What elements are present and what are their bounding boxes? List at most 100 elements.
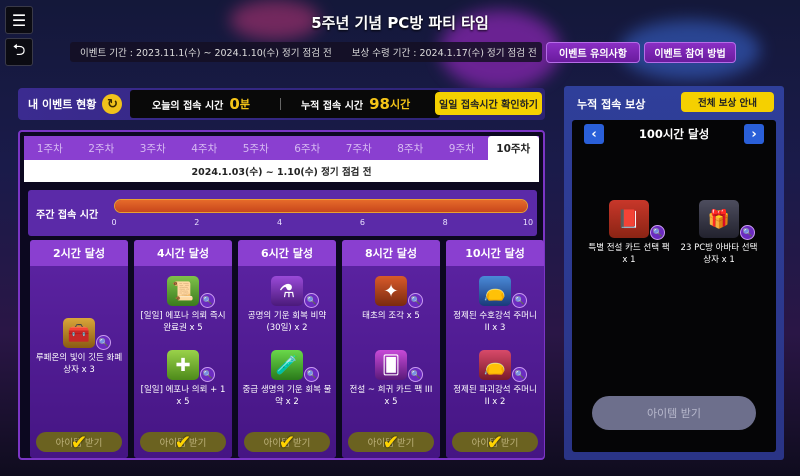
tab-week-1[interactable]: 1주차: [24, 136, 76, 160]
magnifier-icon[interactable]: 🔍: [512, 367, 527, 382]
today-time-label: 오늘의 접속 시간: [152, 100, 224, 112]
reward-column-title: 10시간 달성: [446, 240, 544, 266]
receive-item-button[interactable]: 아이템 받기: [592, 396, 756, 430]
magnifier-icon[interactable]: 🔍: [408, 367, 423, 382]
magnifier-icon[interactable]: 🔍: [200, 293, 215, 308]
event-period: 이벤트 기간 : 2023.11.1(수) ~ 2024.1.10(수) 정기 …: [80, 48, 332, 59]
reward-column-title: 4시간 달성: [134, 240, 232, 266]
reward-item-name: 중급 생명의 기운 회복 물약 x 2: [242, 385, 332, 407]
all-rewards-guide-button[interactable]: 전체 보상 안내: [681, 92, 774, 112]
reward-item: ✦ 🔍 태초의 조각 x 5: [342, 276, 440, 322]
tab-week-6[interactable]: 6주차: [282, 136, 334, 160]
reward-item: 👝 🔍 정제된 파괴강석 주머니 II x 2: [446, 350, 544, 408]
total-time-value: 98: [369, 95, 390, 113]
reward-column: 6시간 달성 ⚗ 🔍 공명의 기운 회복 비약 (30일) x 2 🧪 🔍 중급 생명의 기…: [238, 240, 336, 458]
reward-item: ✚ 🔍 [일일] 에포나 의뢰 + 1 x 5: [134, 350, 232, 408]
reward-item-name: 정제된 수호강석 주머니 II x 3: [453, 311, 537, 333]
reward-item-name: 정제된 파괴강석 주머니 II x 2: [453, 385, 537, 407]
event-period-bar: 이벤트 기간 : 2023.11.1(수) ~ 2024.1.10(수) 정기 …: [70, 42, 542, 62]
today-time-unit: 분: [239, 98, 250, 111]
claimed-check-icon: ✔: [278, 430, 296, 454]
reward-item: 👝 🔍 정제된 수호강석 주머니 II x 3: [446, 276, 544, 334]
tab-week-7[interactable]: 7주차: [333, 136, 385, 160]
reward-item-name: [일일] 에포나 의뢰 즉시 완료권 x 5: [140, 311, 226, 333]
refresh-icon[interactable]: ↻: [102, 94, 123, 114]
reward-item: 🂠 🔍 전설 ~ 희귀 카드 팩 III x 5: [342, 350, 440, 408]
status-label: 내 이벤트 현황: [28, 98, 97, 111]
reward-column-body: ✦ 🔍 태초의 조각 x 5 🂠 🔍 전설 ~ 희귀 카드 팩 III x 5 아이템 받기…: [342, 266, 440, 458]
reward-column-body: 📜 🔍 [일일] 에포나 의뢰 즉시 완료권 x 5 ✚ 🔍 [일일] 에포나 의뢰 + …: [134, 266, 232, 458]
tab-week-2[interactable]: 2주차: [76, 136, 128, 160]
tab-week-8[interactable]: 8주차: [385, 136, 437, 160]
claimed-check-icon: ✔: [486, 430, 504, 454]
total-time-label: 누적 접속 시간: [300, 100, 364, 112]
week-tabs: 1주차 2주차 3주차 4주차 5주차 6주차 7주차 8주차 9주차 10주차: [24, 136, 539, 160]
divider: [279, 98, 281, 110]
reward-column-body: 🧰 🔍 루페온의 빛이 깃든 화폐 상자 x 3 아이템 받기 ✔: [30, 266, 128, 458]
cumulative-reward-card: ‹ 100시간 달성 › 📕 🔍 특별 전설 카드 선택 팩 x 1 🎁 🔍 23 …: [572, 120, 776, 452]
magnifier-icon[interactable]: 🔍: [304, 293, 319, 308]
reward-column-title: 2시간 달성: [30, 240, 128, 266]
legendary-card-book-icon: 📕 🔍: [609, 200, 665, 240]
event-howto-button[interactable]: 이벤트 참여 방법: [644, 42, 736, 63]
next-button[interactable]: ›: [744, 124, 764, 144]
treasure-chest-icon: 🧰 🔍: [63, 318, 111, 350]
tab-week-4[interactable]: 4주차: [179, 136, 231, 160]
epona-plus-icon: ✚ 🔍: [167, 350, 215, 382]
progress-tick-label: 8: [442, 218, 448, 227]
weekly-time-label: 주간 접속 시간: [36, 210, 99, 221]
reward-column: 4시간 달성 📜 🔍 [일일] 에포나 의뢰 즉시 완료권 x 5 ✚ 🔍 [일일] 에포나…: [134, 240, 232, 458]
reward-item-name: 공명의 기운 회복 비약 (30일) x 2: [247, 311, 327, 333]
scroll-icon: 📜 🔍: [167, 276, 215, 308]
red-stone-pouch-icon: 👝 🔍: [479, 350, 527, 382]
card-pack-icon: 🂠 🔍: [375, 350, 423, 382]
reward-column: 8시간 달성 ✦ 🔍 태초의 조각 x 5 🂠 🔍 전설 ~ 희귀 카드 팩 III x 5…: [342, 240, 440, 458]
magnifier-icon[interactable]: 🔍: [650, 225, 665, 240]
cumulative-reward-panel: 누적 접속 보상 전체 보상 안내 ‹ 100시간 달성 › 📕 🔍 특별 전설 …: [564, 86, 784, 460]
claimed-check-icon: ✔: [382, 430, 400, 454]
daily-time-check-button[interactable]: 일일 접속시간 확인하기: [435, 92, 542, 115]
page-title: 5주년 기념 PC방 파티 타임: [311, 14, 489, 32]
progress-tick-label: 6: [359, 218, 365, 227]
reward-column: 10시간 달성 👝 🔍 정제된 수호강석 주머니 II x 3 👝 🔍 정제된 파괴강석 주…: [446, 240, 544, 458]
reward-item-name: 전설 ~ 희귀 카드 팩 III x 5: [349, 385, 433, 407]
magnifier-icon[interactable]: 🔍: [304, 367, 319, 382]
reward-item: 📕 🔍 특별 전설 카드 선택 팩 x 1: [584, 200, 674, 266]
reward-column-body: ⚗ 🔍 공명의 기운 회복 비약 (30일) x 2 🧪 🔍 중급 생명의 기운 회복 물…: [238, 266, 336, 458]
event-notes-button[interactable]: 이벤트 유의사항: [546, 42, 640, 63]
magnifier-icon[interactable]: 🔍: [96, 335, 111, 350]
reward-item-name: 특별 전설 카드 선택 팩 x 1: [588, 243, 670, 265]
back-button[interactable]: ⮌: [5, 38, 33, 66]
claimed-check-icon: ✔: [174, 430, 192, 454]
reward-column: 2시간 달성 🧰 🔍 루페온의 빛이 깃든 화폐 상자 x 3 아이템 받기 ✔: [30, 240, 128, 458]
magnifier-icon[interactable]: 🔍: [740, 225, 755, 240]
back-arrow-icon: ⮌: [12, 39, 26, 59]
reward-item-name: 태초의 조각 x 5: [362, 311, 420, 321]
weekly-progress-bar: [114, 199, 528, 213]
engraving-piece-icon: ✦ 🔍: [375, 276, 423, 308]
reward-item-name: 루페온의 빛이 깃든 화폐 상자 x 3: [35, 353, 123, 375]
cumulative-title: 누적 접속 보상: [577, 98, 646, 111]
my-event-status: 내 이벤트 현황 ↻ 오늘의 접속 시간 0 분 누적 접속 시간 98 시간 …: [18, 88, 545, 120]
reward-item: 🎁 🔍 23 PC방 아바타 선택 상자 x 1: [674, 200, 764, 266]
tab-week-5[interactable]: 5주차: [230, 136, 282, 160]
magnifier-icon[interactable]: 🔍: [512, 293, 527, 308]
magnifier-icon[interactable]: 🔍: [200, 367, 215, 382]
reward-period: 보상 수령 기간 : 2024.1.17(수) 정기 점검 전: [351, 48, 537, 59]
tab-week-10[interactable]: 10주차: [487, 136, 539, 160]
weekly-time-box: 주간 접속 시간 0 2 4 6 8 10: [28, 190, 537, 236]
progress-tick-label: 2: [194, 218, 200, 227]
tab-week-3[interactable]: 3주차: [127, 136, 179, 160]
avatar-box-icon: 🎁 🔍: [699, 200, 755, 240]
reward-item: 📜 🔍 [일일] 에포나 의뢰 즉시 완료권 x 5: [134, 276, 232, 334]
today-time-value: 0: [229, 95, 240, 113]
progress-tick-label: 4: [277, 218, 283, 227]
tab-week-9[interactable]: 9주차: [436, 136, 488, 160]
green-potion-icon: 🧪 🔍: [271, 350, 319, 382]
week-period: 2024.1.03(수) ~ 1.10(수) 정기 점검 전: [24, 160, 539, 182]
total-time-unit: 시간: [389, 98, 411, 111]
reward-item-name: [일일] 에포나 의뢰 + 1 x 5: [140, 385, 226, 407]
magnifier-icon[interactable]: 🔍: [408, 293, 423, 308]
progress-tick-label: 0: [111, 218, 117, 227]
progress-tick-label: 10: [522, 218, 534, 227]
